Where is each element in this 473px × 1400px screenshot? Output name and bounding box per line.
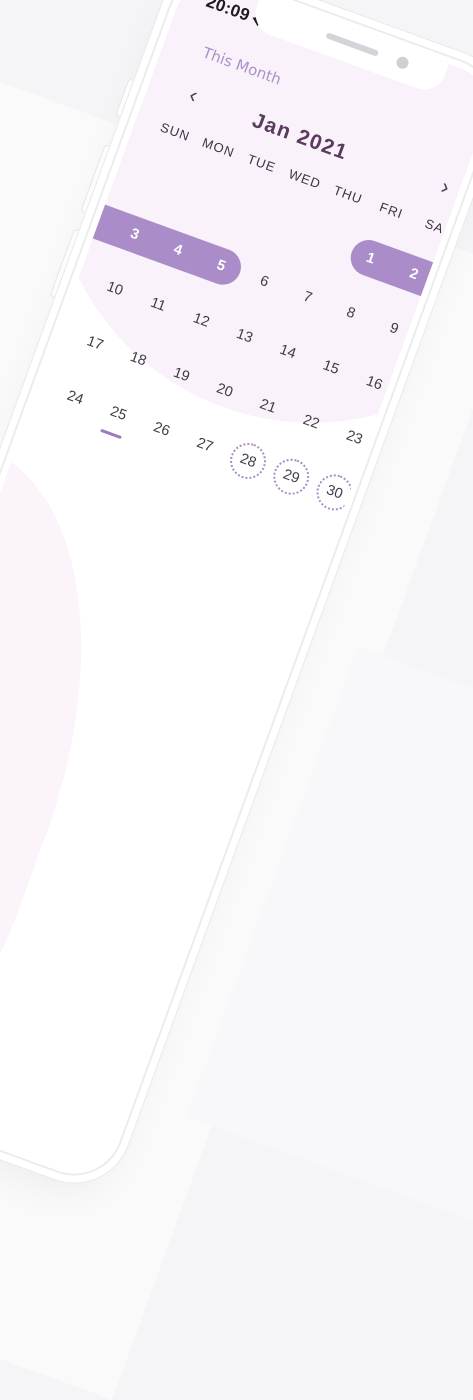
calendar-day[interactable]: 13 xyxy=(221,313,267,359)
calendar-day[interactable]: 15 xyxy=(308,345,354,391)
calendar-day[interactable]: 8 xyxy=(328,290,374,336)
calendar-day[interactable]: 19 xyxy=(158,352,204,398)
speaker-grille xyxy=(325,32,380,57)
front-camera xyxy=(394,55,411,71)
bottom-background-blob xyxy=(0,369,164,1180)
calendar-day[interactable]: 29 xyxy=(268,453,315,500)
calendar-day[interactable]: 28 xyxy=(224,437,272,485)
calendar-day[interactable]: 18 xyxy=(115,336,161,382)
calendar-day[interactable]: 6 xyxy=(241,259,287,305)
calendar-day[interactable]: 12 xyxy=(178,297,224,343)
calendar-day[interactable]: 7 xyxy=(284,274,330,320)
calendar-day[interactable]: 27 xyxy=(182,422,228,468)
calendar-day[interactable]: 26 xyxy=(139,406,185,452)
calendar-day[interactable]: 22 xyxy=(288,399,334,445)
calendar-day[interactable]: 17 xyxy=(72,320,118,366)
calendar-day[interactable]: 24 xyxy=(52,375,98,421)
calendar-day[interactable]: 14 xyxy=(265,329,311,375)
calendar-day[interactable]: 21 xyxy=(245,383,291,429)
calendar-day[interactable]: 11 xyxy=(135,282,181,328)
calendar-day[interactable]: 20 xyxy=(202,368,248,414)
